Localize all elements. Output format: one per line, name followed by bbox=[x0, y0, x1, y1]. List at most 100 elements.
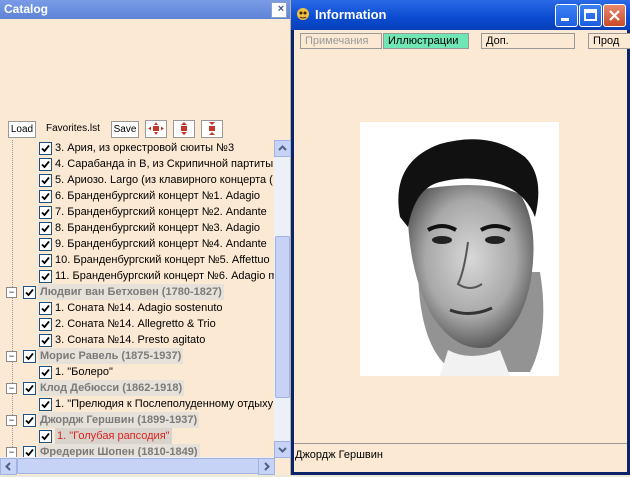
tab-additional-info[interactable]: Доп. информация bbox=[481, 33, 575, 61]
checkbox[interactable] bbox=[39, 142, 52, 155]
checkbox[interactable] bbox=[39, 318, 52, 331]
checkbox[interactable] bbox=[39, 366, 52, 379]
checkmark-icon bbox=[25, 352, 34, 361]
checkbox[interactable] bbox=[39, 174, 52, 187]
tab-more[interactable]: Прод bbox=[588, 33, 630, 49]
checkbox[interactable] bbox=[39, 430, 52, 443]
scroll-down-button[interactable] bbox=[274, 441, 291, 458]
information-window: Information Примечания Иллюстрации Доп. … bbox=[291, 0, 630, 475]
checkmark-icon bbox=[25, 384, 34, 393]
checkbox[interactable] bbox=[39, 254, 52, 267]
track-label: 9. Бранденбургский концерт №4. Andante bbox=[55, 238, 267, 250]
scroll-right-button[interactable] bbox=[258, 458, 275, 475]
tree-item[interactable]: 1. "Прелюдия к Послеполуденному отдыху bbox=[0, 396, 274, 412]
checkmark-icon bbox=[25, 448, 34, 457]
portrait-image bbox=[360, 122, 559, 376]
close-icon: × bbox=[277, 3, 285, 15]
checkbox[interactable] bbox=[39, 334, 52, 347]
tree-group[interactable]: − Джордж Гершвин (1899-1937) bbox=[0, 412, 274, 428]
checkbox[interactable] bbox=[23, 382, 36, 395]
collapse-vertical-button[interactable] bbox=[201, 120, 223, 138]
tree-group[interactable]: − Клод Дебюсси (1862-1918) bbox=[0, 380, 274, 396]
composer-label: Людвиг ван Бетховен (1780-1827) bbox=[38, 284, 224, 300]
tree-item[interactable]: 5. Ариозо. Largo (из клавирного концерта… bbox=[0, 172, 274, 188]
catalog-toolbar: Load Favorites.lst Save bbox=[0, 118, 290, 140]
tree-item[interactable]: 3. Соната №14. Presto agitato bbox=[0, 332, 274, 348]
track-label: 1. Соната №14. Adagio sostenuto bbox=[55, 302, 223, 314]
catalog-vertical-scrollbar[interactable] bbox=[274, 140, 291, 458]
track-label: 6. Бранденбургский концерт №1. Adagio bbox=[55, 190, 261, 202]
checkbox[interactable] bbox=[23, 286, 36, 299]
tree-group[interactable]: − Фредерик Шопен (1810-1849) bbox=[0, 444, 274, 457]
checkbox[interactable] bbox=[39, 238, 52, 251]
scroll-up-button[interactable] bbox=[274, 140, 291, 157]
checkbox[interactable] bbox=[23, 446, 36, 457]
tab-illustrations[interactable]: Иллюстрации bbox=[383, 33, 469, 49]
track-label: 1. "Болеро" bbox=[55, 366, 113, 378]
checkbox[interactable] bbox=[39, 190, 52, 203]
track-label: 4. Сарабанда in B, из Скрипичной партиты… bbox=[55, 158, 274, 170]
tree-item[interactable]: 6. Бранденбургский концерт №1. Adagio bbox=[0, 188, 274, 204]
track-label: 10. Бранденбургский концерт №5. Affettuo bbox=[55, 254, 270, 266]
collapse-icon[interactable]: − bbox=[6, 287, 17, 298]
tree-item[interactable]: 1. "Голубая рапсодия" bbox=[0, 428, 274, 444]
checkmark-icon bbox=[41, 400, 50, 409]
checkbox[interactable] bbox=[39, 270, 52, 283]
catalog-tree[interactable]: 3. Ария, из оркестровой сюиты №3 4. Сараб… bbox=[0, 140, 274, 457]
checkmark-icon bbox=[41, 432, 50, 441]
checkmark-icon bbox=[41, 368, 50, 377]
checkmark-icon bbox=[41, 240, 50, 249]
tree-item[interactable]: 9. Бранденбургский концерт №4. Andante bbox=[0, 236, 274, 252]
tree-item[interactable]: 11. Бранденбургский концерт №6. Adagio m bbox=[0, 268, 274, 284]
maximize-icon bbox=[584, 9, 597, 21]
save-button[interactable]: Save bbox=[111, 121, 139, 138]
catalog-close-button[interactable]: × bbox=[271, 2, 287, 18]
tree-group[interactable]: − Людвиг ван Бетховен (1780-1827) bbox=[0, 284, 274, 300]
move-vertical-button[interactable] bbox=[173, 120, 195, 138]
tree-item[interactable]: 3. Ария, из оркестровой сюиты №3 bbox=[0, 140, 274, 156]
catalog-horizontal-scrollbar[interactable] bbox=[0, 457, 275, 475]
image-caption: Джордж Гершвин bbox=[295, 449, 383, 461]
minimize-button[interactable] bbox=[555, 4, 578, 27]
checkmark-icon bbox=[41, 224, 50, 233]
app-icon bbox=[297, 8, 309, 20]
scroll-left-button[interactable] bbox=[0, 458, 17, 475]
tab-notes[interactable]: Примечания bbox=[300, 33, 382, 49]
collapse-vertical-icon bbox=[209, 122, 215, 135]
scroll-thumb[interactable] bbox=[275, 236, 290, 398]
tree-item[interactable]: 1. Соната №14. Adagio sostenuto bbox=[0, 300, 274, 316]
tree-item[interactable]: 10. Бранденбургский концерт №5. Affettuo bbox=[0, 252, 274, 268]
load-button[interactable]: Load bbox=[8, 121, 36, 138]
checkbox[interactable] bbox=[23, 414, 36, 427]
tree-group[interactable]: − Морис Равель (1875-1937) bbox=[0, 348, 274, 364]
collapse-icon[interactable]: − bbox=[6, 351, 17, 362]
checkbox[interactable] bbox=[39, 398, 52, 411]
caption-bar: Джордж Гершвин bbox=[294, 443, 627, 470]
track-label: 5. Ариозо. Largo (из клавирного концерта… bbox=[55, 174, 273, 186]
collapse-icon[interactable]: − bbox=[6, 383, 17, 394]
information-title-bar[interactable]: Information bbox=[291, 0, 630, 30]
horizontal-scroll-thumb[interactable] bbox=[17, 458, 259, 474]
collapse-icon[interactable]: − bbox=[6, 447, 17, 457]
arrow-left-icon bbox=[5, 462, 11, 471]
catalog-title-bar[interactable]: Catalog × bbox=[0, 0, 290, 19]
checkbox[interactable] bbox=[39, 206, 52, 219]
checkbox[interactable] bbox=[39, 222, 52, 235]
tree-item[interactable]: 1. "Болеро" bbox=[0, 364, 274, 380]
close-button[interactable] bbox=[603, 4, 626, 27]
favorites-file-label: Favorites.lst bbox=[46, 123, 100, 134]
checkmark-icon bbox=[41, 256, 50, 265]
tree-item[interactable]: 7. Бранденбургский концерт №2. Andante bbox=[0, 204, 274, 220]
checkbox[interactable] bbox=[39, 302, 52, 315]
checkmark-icon bbox=[41, 336, 50, 345]
tree-item[interactable]: 2. Соната №14. Allegretto & Trio bbox=[0, 316, 274, 332]
collapse-icon[interactable]: − bbox=[6, 415, 17, 426]
checkbox[interactable] bbox=[23, 350, 36, 363]
checkbox[interactable] bbox=[39, 158, 52, 171]
move-all-button[interactable] bbox=[145, 120, 167, 138]
checkmark-icon bbox=[25, 288, 34, 297]
tree-item[interactable]: 4. Сарабанда in B, из Скрипичной партиты… bbox=[0, 156, 274, 172]
catalog-title: Catalog bbox=[4, 2, 49, 16]
maximize-button[interactable] bbox=[579, 4, 602, 27]
tree-item[interactable]: 8. Бранденбургский концерт №3. Adagio bbox=[0, 220, 274, 236]
